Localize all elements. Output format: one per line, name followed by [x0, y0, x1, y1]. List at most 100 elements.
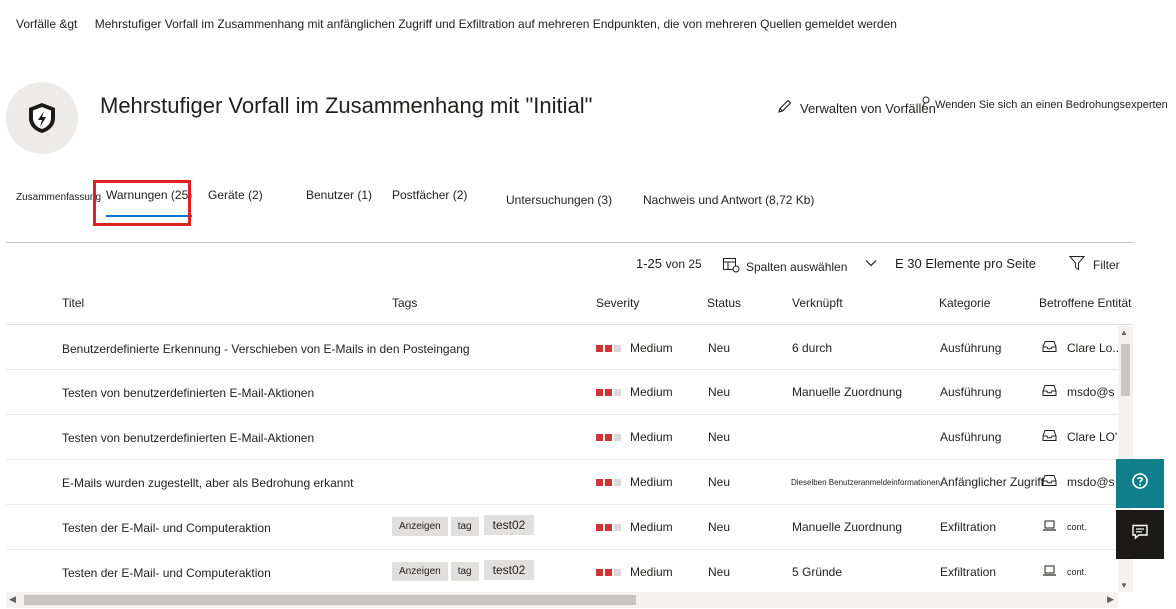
tag-chip[interactable]: test02 — [483, 515, 535, 535]
alert-title[interactable]: Testen von benutzerdefinierten E-Mail-Ak… — [62, 431, 314, 445]
table-row[interactable]: Testen von benutzerdefinierten E-Mail-Ak… — [6, 415, 1118, 460]
column-header-linked[interactable]: Verknüpft — [792, 296, 843, 310]
manage-incident-button[interactable]: Verwalten von Vorfällen — [776, 98, 936, 118]
severity-cell: Medium — [596, 565, 673, 579]
status-cell: Neu — [708, 385, 731, 399]
severity-label: Medium — [630, 430, 673, 444]
choose-columns-button[interactable]: Spalten auswählen — [722, 257, 847, 276]
scroll-left-arrow-icon[interactable]: ◀ — [9, 594, 16, 605]
entity-name: Clare Lo... — [1067, 341, 1118, 355]
breadcrumb-incidents-link[interactable]: Vorfälle &gt — [16, 17, 77, 31]
horizontal-scrollbar[interactable]: ◀ ▶ — [6, 592, 1118, 608]
severity-bars — [596, 344, 621, 352]
alert-title[interactable]: Benutzerdefinierte Erkennung - Verschieb… — [62, 342, 470, 356]
table-row[interactable]: Benutzerdefinierte Erkennung - Verschieb… — [6, 325, 1118, 370]
linked-by-cell[interactable]: 6 durch — [792, 341, 832, 355]
table-row[interactable]: Testen der E-Mail- und Computeraktion Anz… — [6, 505, 1118, 550]
page-title: Mehrstufiger Vorfall im Zusammenhang mit… — [100, 93, 593, 118]
severity-cell: Medium — [596, 475, 673, 489]
table-row[interactable]: Testen der E-Mail- und Computeraktion Anz… — [6, 550, 1118, 592]
tab-selected-indicator — [106, 215, 193, 217]
tab-alerts[interactable]: Warnungen (25) — [106, 188, 193, 217]
laptop-icon — [1042, 519, 1057, 535]
impacted-entity-cell[interactable]: Clare Lo... — [1042, 340, 1118, 356]
linked-by-cell[interactable]: 5 Gründe — [792, 565, 842, 579]
tag-chip[interactable]: tag — [450, 517, 479, 536]
column-header-category[interactable]: Kategorie — [939, 296, 990, 310]
contact-expert-button[interactable]: Wenden Sie sich an einen Bedrohungsexper… — [920, 96, 1168, 113]
entity-name: msdo@s — [1067, 475, 1115, 489]
column-header-severity[interactable]: Severity — [596, 296, 639, 310]
chevron-down-icon[interactable] — [864, 256, 878, 273]
column-header-tags[interactable]: Tags — [392, 296, 417, 310]
severity-cell: Medium — [596, 385, 673, 399]
severity-cell: Medium — [596, 520, 673, 534]
linked-by-cell[interactable]: Manuelle Zuordnung — [792, 385, 902, 399]
severity-cell: Medium — [596, 430, 673, 444]
laptop-icon — [1042, 564, 1057, 580]
manage-incident-label: Verwalten von Vorfällen — [800, 100, 936, 116]
range-value: 1-25 — [636, 256, 663, 271]
category-cell: Anfänglicher Zugriff — [940, 475, 1044, 489]
category-cell: Ausführung — [940, 430, 1002, 444]
impacted-entity-cell[interactable]: msdo@s — [1042, 474, 1115, 490]
severity-bars — [596, 523, 621, 531]
table-row[interactable]: Testen von benutzerdefinierten E-Mail-Ak… — [6, 370, 1118, 415]
tag-chip[interactable]: test02 — [483, 560, 535, 580]
column-header-status[interactable]: Status — [707, 296, 741, 310]
tab-users[interactable]: Benutzer (1) — [306, 188, 372, 202]
help-button[interactable] — [1116, 459, 1164, 508]
alert-title[interactable]: Testen der E-Mail- und Computeraktion — [62, 521, 271, 535]
scroll-up-arrow-icon[interactable]: ▲ — [1120, 328, 1128, 337]
horizontal-scroll-thumb[interactable] — [24, 595, 636, 605]
linked-by-cell[interactable]: Dieselben Benutzeranmeldeinformationen — [791, 478, 940, 487]
tag-chip[interactable]: Anzeigen — [392, 562, 448, 581]
tab-devices[interactable]: Geräte (2) — [208, 188, 263, 202]
severity-bars — [596, 433, 621, 441]
category-cell: Exfiltration — [940, 565, 997, 579]
tab-mailboxes[interactable]: Postfächer (2) — [392, 188, 467, 202]
impacted-entity-cell[interactable]: Clare LO' — [1042, 429, 1117, 445]
impacted-entity-cell[interactable]: cont. — [1042, 519, 1087, 535]
linked-by-cell[interactable]: Manuelle Zuordnung — [792, 520, 902, 534]
pagination-range: 1-25 von 25 — [636, 256, 702, 271]
vertical-scroll-thumb[interactable] — [1121, 344, 1130, 396]
entity-name: msdo@s — [1067, 385, 1115, 399]
column-header-title[interactable]: Titel — [62, 296, 84, 310]
severity-cell: Medium — [596, 341, 673, 355]
category-cell: Ausführung — [940, 341, 1002, 355]
alert-title[interactable]: Testen der E-Mail- und Computeraktion — [62, 566, 271, 580]
filter-label: Filter — [1093, 257, 1120, 272]
severity-label: Medium — [630, 341, 673, 355]
incident-shield-icon — [6, 82, 78, 154]
filter-button[interactable]: Filter — [1068, 255, 1120, 274]
alert-title[interactable]: Testen von benutzerdefinierten E-Mail-Ak… — [62, 386, 314, 400]
tag-chip[interactable]: Anzeigen — [392, 517, 448, 536]
tab-alerts-label: Warnungen (25) — [106, 188, 193, 202]
impacted-entity-cell[interactable]: msdo@s — [1042, 384, 1115, 400]
items-per-page-select[interactable]: E 30 Elemente pro Seite — [895, 256, 1036, 271]
severity-bars — [596, 388, 621, 396]
tab-investigations[interactable]: Untersuchungen (3) — [506, 193, 612, 207]
range-total: von 25 — [665, 257, 702, 271]
severity-label: Medium — [630, 475, 673, 489]
category-cell: Ausführung — [940, 385, 1002, 399]
help-icon — [1131, 472, 1149, 495]
column-header-entities[interactable]: Betroffene Entität — [1039, 296, 1132, 310]
scroll-down-arrow-icon[interactable]: ▼ — [1120, 581, 1128, 590]
tab-summary[interactable]: Zusammenfassung — [16, 192, 101, 203]
mailbox-icon — [1042, 474, 1057, 490]
alert-title[interactable]: E-Mails wurden zugestellt, aber als Bedr… — [62, 476, 354, 490]
feedback-button[interactable] — [1116, 510, 1164, 559]
tags-cell: Anzeigen tag test02 — [392, 515, 537, 536]
impacted-entity-cell[interactable]: cont. — [1042, 564, 1087, 580]
status-cell: Neu — [708, 520, 731, 534]
contact-expert-label: Wenden Sie sich an einen Bedrohungsexper… — [935, 98, 1168, 111]
tab-evidence-response[interactable]: Nachweis und Antwort (8,72 Kb) — [643, 193, 814, 207]
tag-chip[interactable]: tag — [450, 562, 479, 581]
table-row[interactable]: E-Mails wurden zugestellt, aber als Bedr… — [6, 460, 1118, 505]
entity-name: Clare LO' — [1067, 430, 1118, 444]
severity-bars — [596, 568, 621, 576]
scroll-right-arrow-icon[interactable]: ▶ — [1107, 594, 1114, 605]
breadcrumb-current: Mehrstufiger Vorfall im Zusammenhang mit… — [94, 17, 897, 31]
